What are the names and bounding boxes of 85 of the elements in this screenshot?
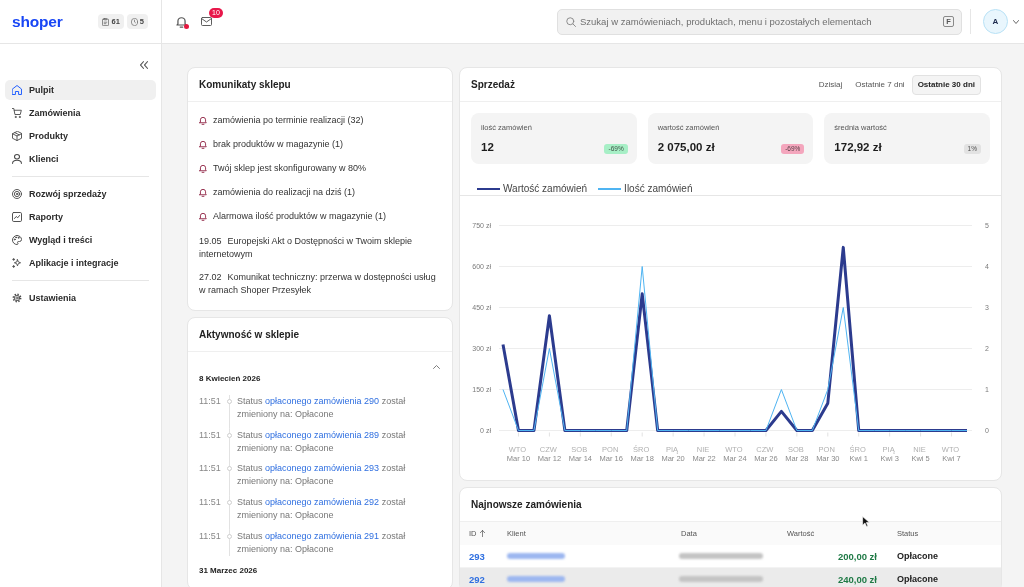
sidebar-item[interactable]: Aplikacje i integracje — [5, 253, 156, 273]
activity-time: 11:51 — [199, 496, 222, 510]
activity-time: 11:51 — [199, 529, 222, 543]
chart-icon — [12, 212, 22, 222]
alert-message[interactable]: Twój sklep jest skonfigurowany w 80% — [213, 163, 367, 173]
activity-text: Status opłaconego zamówienia 292 został zmieniony na: Opłacone — [237, 496, 407, 523]
cart-icon — [12, 108, 22, 118]
range-tab[interactable]: Ostatnie 7 dni — [849, 74, 911, 95]
home-icon — [12, 85, 22, 95]
sidebar-item[interactable]: Klienci — [5, 149, 156, 169]
order-link[interactable]: opłaconego zamówienia 289 — [265, 429, 380, 440]
legend-label: Wartość zamówień — [503, 183, 588, 194]
activity-text: Status opłaconego zamówienia 293 został zmieniony na: Opłacone — [237, 462, 407, 489]
alert-message[interactable]: Alarmowa ilość produktów w magazynie (1) — [213, 211, 387, 221]
sidebar-item[interactable]: Produkty — [5, 126, 156, 146]
legend-label: Ilość zamówień — [624, 183, 693, 194]
range-tab[interactable]: Ostatnie 30 dni — [911, 74, 981, 95]
order-id-link[interactable]: 293 — [469, 550, 485, 562]
activity-text: Status opłaconego zamówienia 289 został zmieniony na: Opłacone — [237, 428, 407, 455]
bell-icon — [199, 187, 207, 197]
order-link[interactable]: opłaconego zamówienia 292 — [265, 497, 380, 508]
order-status: Opłacone — [897, 551, 938, 561]
activity-text: Status opłaconego zamówienia 290 został zmieniony na: Opłacone — [237, 395, 407, 421]
sidebar-item[interactable]: Raporty — [5, 207, 156, 227]
timeline-dot-icon — [226, 432, 232, 438]
avatar[interactable]: A — [983, 9, 1008, 34]
timeline-dot-icon — [226, 399, 232, 404]
range-tab[interactable]: Dzisiaj — [812, 74, 849, 95]
activity-time: 11:51 — [199, 428, 222, 442]
table-row[interactable]: 292 240,00 zł Opłacone — [460, 568, 1001, 587]
blurred-client-name — [507, 576, 565, 582]
order-link[interactable]: opłaconego zamówienia 293 — [265, 463, 380, 474]
sidebar-item[interactable]: Ustawienia — [5, 288, 156, 308]
settings-icon — [12, 293, 22, 303]
person-icon — [12, 154, 22, 164]
activity-text: Status opłaconego zamówienia 291 został zmieniony na: Opłacone — [237, 529, 407, 556]
box-icon — [12, 131, 22, 141]
card-title: Aktywność w sklepie — [199, 329, 300, 340]
kpi-value: 2 075,00 zł — [657, 140, 715, 154]
order-value: 240,00 zł — [837, 573, 877, 585]
double-chevron-icon[interactable] — [140, 61, 148, 69]
logo[interactable]: shoper — [12, 12, 63, 31]
kpi-value: 12 — [481, 140, 494, 154]
mail-icon[interactable] — [201, 17, 212, 26]
date-heading: 31 Marzec 2026 — [199, 564, 259, 577]
blurred-client-name — [507, 553, 565, 559]
kpi-value: 172,92 zł — [834, 140, 882, 154]
bell-icon — [199, 163, 207, 173]
sidebar-item[interactable]: Rozwój sprzedaży — [5, 184, 156, 204]
bell-icon — [199, 139, 207, 149]
order-status: Opłacone — [897, 574, 938, 584]
target-icon — [12, 189, 22, 199]
news-message[interactable]: 27.02 Komunikat techniczny: przerwa w dostępności usług w ramach Shoper Przesyłek — [199, 271, 441, 297]
sidebar-item[interactable]: Pulpit — [5, 80, 156, 100]
caret-down-icon[interactable] — [1013, 19, 1019, 24]
bell-icon — [199, 115, 207, 125]
palette-icon — [12, 235, 22, 245]
sparkles-icon — [12, 258, 22, 268]
arrow-up-icon — [479, 530, 485, 537]
sidebar-item[interactable]: Wygląd i treści — [5, 230, 156, 250]
news-message[interactable]: 19.05 Europejski Akt o Dostępności w Twoim sklepie internetowym — [199, 235, 441, 261]
order-link[interactable]: opłaconego zamówienia 291 — [265, 530, 380, 541]
order-value: 200,00 zł — [837, 550, 877, 562]
chevron-up-icon[interactable] — [433, 365, 440, 369]
card-title: Najnowsze zamówienia — [471, 499, 582, 510]
alert-message[interactable]: zamówienia po terminie realizacji (32) — [213, 115, 364, 125]
order-link[interactable]: opłaconego zamówienia 290 — [265, 396, 380, 406]
clock-icon — [130, 17, 138, 26]
bell-icon[interactable] — [176, 15, 187, 28]
order-id-link[interactable]: 292 — [469, 573, 485, 585]
search-icon — [566, 16, 576, 27]
activity-time: 11:51 — [199, 462, 222, 476]
card-title: Sprzedaż — [471, 79, 515, 90]
sidebar-item[interactable]: Zamówienia — [5, 103, 156, 123]
card-title: Komunikaty sklepu — [199, 79, 291, 90]
timeline-dot-icon — [226, 533, 232, 539]
search-input[interactable]: Szukaj w zamówieniach, produktach, menu i pozostałych elementach — [580, 14, 939, 29]
clipboard-icon — [102, 17, 110, 26]
bell-icon — [199, 211, 207, 221]
alert-message[interactable]: brak produktów w magazynie (1) — [213, 139, 344, 149]
activity-time: 11:51 — [199, 395, 222, 408]
date-heading: 8 Kwiecień 2026 — [199, 373, 262, 385]
timeline-dot-icon — [226, 466, 232, 472]
timeline-dot-icon — [226, 500, 232, 506]
alert-message[interactable]: zamówienia do realizacji na dziś (1) — [213, 187, 356, 197]
